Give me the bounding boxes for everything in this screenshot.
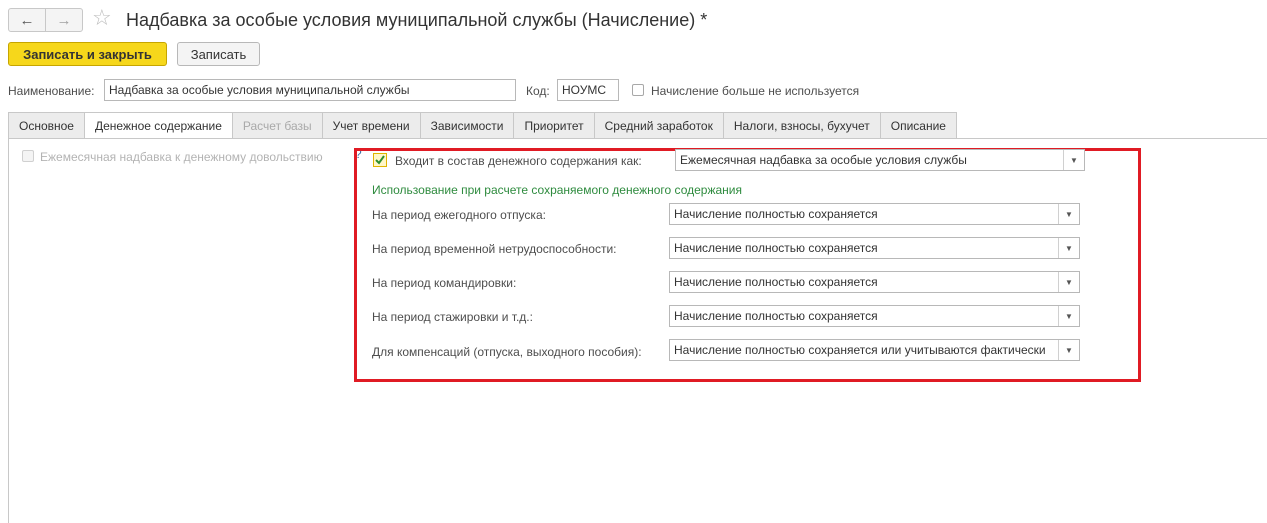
- sick-leave-label: На период временной нетрудоспособности:: [372, 242, 617, 256]
- tab-dependencies[interactable]: Зависимости: [419, 112, 515, 138]
- includes-label: Входит в состав денежного содержания как…: [395, 154, 642, 168]
- save-button[interactable]: Записать: [177, 42, 260, 66]
- compensation-label: Для компенсаций (отпуска, выходного посо…: [372, 345, 642, 359]
- tab-main[interactable]: Основное: [8, 112, 85, 138]
- vacation-select-value: Начисление полностью сохраняется: [674, 207, 878, 221]
- internship-select[interactable]: Начисление полностью сохраняется ▼: [669, 305, 1080, 327]
- internship-select-value: Начисление полностью сохраняется: [674, 309, 878, 323]
- favorite-star-icon[interactable]: ☆: [92, 6, 112, 30]
- monthly-bonus-label: Ежемесячная надбавка к денежному довольс…: [40, 150, 323, 164]
- chevron-down-icon[interactable]: ▼: [1058, 204, 1079, 224]
- tab-divider: [8, 138, 1267, 139]
- chevron-down-icon[interactable]: ▼: [1058, 238, 1079, 258]
- sick-leave-select-value: Начисление полностью сохраняется: [674, 241, 878, 255]
- code-input[interactable]: НОУМС: [557, 79, 619, 101]
- vacation-select[interactable]: Начисление полностью сохраняется ▼: [669, 203, 1080, 225]
- chevron-down-icon[interactable]: ▼: [1058, 272, 1079, 292]
- internship-label: На период стажировки и т.д.:: [372, 310, 533, 324]
- page-title: Надбавка за особые условия муниципальной…: [126, 10, 708, 30]
- name-input[interactable]: Надбавка за особые условия муниципальной…: [104, 79, 516, 101]
- vacation-label: На период ежегодного отпуска:: [372, 208, 546, 222]
- code-label: Код:: [526, 84, 550, 98]
- not-used-checkbox[interactable]: [632, 84, 644, 96]
- tab-priority[interactable]: Приоритет: [513, 112, 595, 138]
- forward-icon[interactable]: →: [45, 9, 82, 31]
- includes-select-value: Ежемесячная надбавка за особые условия с…: [680, 153, 967, 167]
- save-and-close-button[interactable]: Записать и закрыть: [8, 42, 167, 66]
- compensation-select[interactable]: Начисление полностью сохраняется или учи…: [669, 339, 1080, 361]
- tab-description[interactable]: Описание: [879, 112, 957, 138]
- chevron-down-icon[interactable]: ▼: [1058, 340, 1079, 360]
- section-title: Использование при расчете сохраняемого д…: [372, 183, 742, 197]
- tab-base-calc: Расчет базы: [231, 112, 323, 138]
- tab-average-earnings[interactable]: Средний заработок: [593, 112, 724, 138]
- tab-taxes[interactable]: Налоги, взносы, бухучет: [722, 112, 881, 138]
- includes-checkbox[interactable]: [373, 153, 387, 167]
- business-trip-select[interactable]: Начисление полностью сохраняется ▼: [669, 271, 1080, 293]
- not-used-label: Начисление больше не используется: [651, 84, 860, 98]
- tab-money-content[interactable]: Денежное содержание: [83, 112, 233, 139]
- business-trip-label: На период командировки:: [372, 276, 517, 290]
- checkmark-icon: [375, 155, 385, 165]
- chevron-down-icon[interactable]: ▼: [1063, 150, 1084, 170]
- navigation-buttons: ← →: [8, 8, 83, 32]
- chevron-down-icon[interactable]: ▼: [1058, 306, 1079, 326]
- sick-leave-select[interactable]: Начисление полностью сохраняется ▼: [669, 237, 1080, 259]
- name-label: Наименование:: [8, 84, 95, 98]
- tab-bar: Основное Денежное содержание Расчет базы…: [8, 112, 957, 139]
- compensation-select-value: Начисление полностью сохраняется или учи…: [674, 343, 1046, 357]
- business-trip-select-value: Начисление полностью сохраняется: [674, 275, 878, 289]
- includes-select[interactable]: Ежемесячная надбавка за особые условия с…: [675, 149, 1085, 171]
- monthly-bonus-checkbox: [22, 150, 34, 162]
- panel-left-border: [8, 139, 9, 523]
- tab-time-accounting[interactable]: Учет времени: [321, 112, 421, 138]
- back-icon[interactable]: ←: [9, 9, 45, 31]
